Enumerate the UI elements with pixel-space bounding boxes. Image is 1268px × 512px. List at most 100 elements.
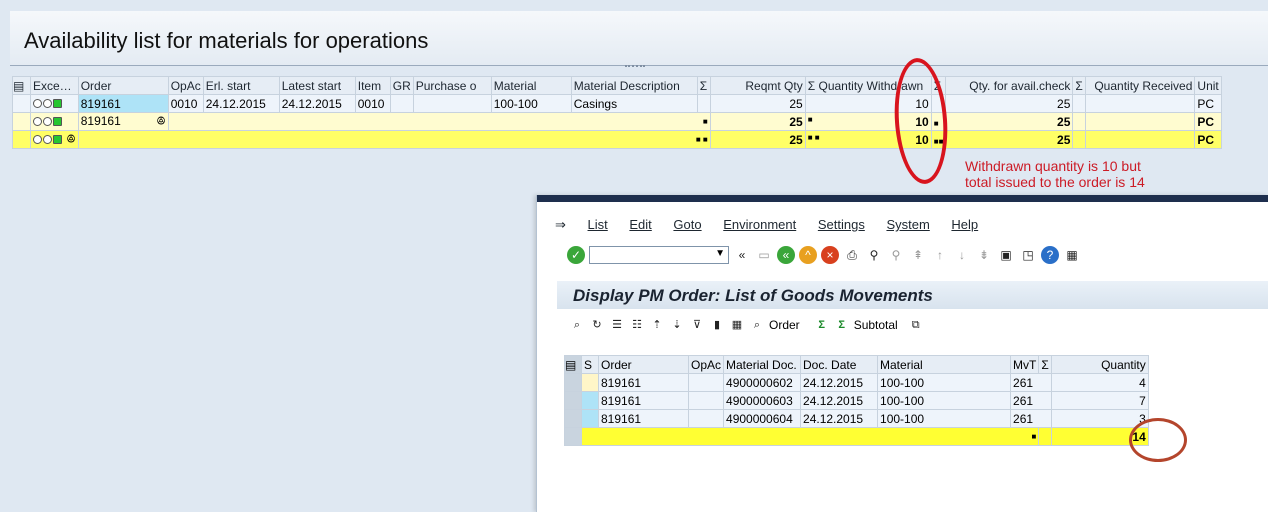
alv-toolbar: ⌕ ↻ ☰ ☷ ⇡ ⇣ ⊽ ▮ ▦ ⌕ Order Σ Σ Subtotal ⧉ bbox=[569, 317, 924, 333]
help-icon[interactable]: ? bbox=[1041, 246, 1059, 264]
layout-icon[interactable]: ⧉ bbox=[908, 317, 924, 333]
sum-icon[interactable]: Σ bbox=[814, 317, 830, 333]
table-row[interactable]: 819161 4900000604 24.12.2015 100-100 261… bbox=[564, 409, 1149, 428]
new-session-icon[interactable]: ▣ bbox=[997, 246, 1015, 264]
exit-icon[interactable]: ^ bbox=[799, 246, 817, 264]
find-icon[interactable]: ⚲ bbox=[865, 246, 883, 264]
menu-goto[interactable]: Goto bbox=[673, 217, 701, 232]
subtotal-button-label[interactable]: Subtotal bbox=[854, 318, 898, 332]
table-row[interactable]: 819161 0010 24.12.2015 24.12.2015 0010 1… bbox=[12, 94, 1222, 113]
print-icon[interactable]: ⎙ bbox=[843, 246, 861, 264]
shortcut-icon[interactable]: ◳ bbox=[1019, 246, 1037, 264]
cell-material-doc[interactable]: 4900000604 bbox=[723, 409, 802, 428]
col-exception[interactable]: Exce… bbox=[30, 76, 79, 95]
col-reqmt-qty[interactable]: Reqmt Qty bbox=[709, 76, 806, 95]
last-page-icon[interactable]: ⇟ bbox=[975, 246, 993, 264]
row-selector[interactable] bbox=[564, 409, 582, 428]
cell-material-description: Casings bbox=[570, 94, 698, 113]
dot-marker-icon: ■ ■ bbox=[695, 135, 708, 144]
command-field[interactable]: ▼ bbox=[589, 246, 729, 264]
menu-settings[interactable]: Settings bbox=[818, 217, 865, 232]
col-opac[interactable]: OpAc bbox=[687, 355, 725, 374]
menu-icon[interactable]: ⇒ bbox=[555, 217, 566, 232]
collapse-icon[interactable]: « bbox=[733, 246, 751, 264]
chart-icon[interactable]: ▮ bbox=[709, 317, 725, 333]
cancel-icon[interactable]: × bbox=[821, 246, 839, 264]
cell-opac bbox=[687, 391, 725, 410]
first-page-icon[interactable]: ⇞ bbox=[909, 246, 927, 264]
col-order[interactable]: Order bbox=[598, 355, 689, 374]
row-selector[interactable] bbox=[564, 427, 582, 446]
col-mvt[interactable]: MvT bbox=[1010, 355, 1040, 374]
row-selector[interactable] bbox=[564, 391, 582, 410]
enter-check-icon[interactable]: ✓ bbox=[567, 246, 585, 264]
col-quantity-received[interactable]: Quantity Received bbox=[1085, 76, 1196, 95]
cell-erl-start: 24.12.2015 bbox=[202, 94, 280, 113]
calculator-icon[interactable]: ▦ bbox=[729, 317, 745, 333]
cell-order: 819161 bbox=[598, 373, 689, 392]
col-material-description[interactable]: Material Description bbox=[570, 76, 698, 95]
col-gr[interactable]: GR bbox=[389, 76, 414, 95]
menu-environment[interactable]: Environment bbox=[723, 217, 796, 232]
col-order[interactable]: Order bbox=[77, 76, 169, 95]
availability-table: ▤ Exce… Order OpAc Erl. start Latest sta… bbox=[12, 76, 1222, 149]
cell-order[interactable]: 819161 bbox=[77, 94, 169, 113]
col-latest-start[interactable]: Latest start bbox=[278, 76, 356, 95]
cell-material: 100-100 bbox=[490, 94, 572, 113]
menu-edit[interactable]: Edit bbox=[629, 217, 651, 232]
row-selector[interactable] bbox=[12, 112, 31, 131]
order-icon[interactable]: ⌕ bbox=[749, 317, 765, 333]
col-quantity[interactable]: Quantity bbox=[1050, 355, 1149, 374]
next-page-icon[interactable]: ↓ bbox=[953, 246, 971, 264]
subtotal-icon[interactable]: Σ bbox=[834, 317, 850, 333]
cell-material-doc[interactable]: 4900000603 bbox=[723, 391, 802, 410]
filter-icon[interactable]: ⊽ bbox=[689, 317, 705, 333]
row-selector[interactable] bbox=[12, 130, 31, 149]
cell-empty: ■ bbox=[580, 427, 1040, 446]
select-all-icon[interactable]: ▤ bbox=[12, 76, 31, 95]
prev-page-icon[interactable]: ↑ bbox=[931, 246, 949, 264]
menu-system[interactable]: System bbox=[886, 217, 929, 232]
col-doc-date[interactable]: Doc. Date bbox=[800, 355, 879, 374]
total-row[interactable]: ꔮ ■ ■ 25 ■ ■ 10 ■■ 25 PC bbox=[12, 130, 1222, 149]
col-item[interactable]: Item bbox=[354, 76, 391, 95]
find-next-icon[interactable]: ⚲ bbox=[887, 246, 905, 264]
menu-help[interactable]: Help bbox=[951, 217, 978, 232]
col-erl-start[interactable]: Erl. start bbox=[202, 76, 280, 95]
screen-title-bar: Availability list for materials for oper… bbox=[10, 11, 1268, 66]
row-selector[interactable] bbox=[564, 373, 582, 392]
col-unit[interactable]: Unit bbox=[1194, 76, 1222, 95]
status-cell bbox=[581, 373, 599, 392]
table-row[interactable]: 819161 4900000602 24.12.2015 100-100 261… bbox=[564, 373, 1149, 392]
col-material[interactable]: Material bbox=[490, 76, 572, 95]
menu-list[interactable]: List bbox=[588, 217, 608, 232]
row-selector[interactable] bbox=[12, 94, 31, 113]
col-qty-avail-check[interactable]: Qty. for avail.check bbox=[945, 76, 1074, 95]
refresh-icon[interactable]: ↻ bbox=[589, 317, 605, 333]
col-s[interactable]: S bbox=[581, 355, 599, 374]
cell-unit: PC bbox=[1194, 112, 1222, 131]
col-opac[interactable]: OpAc bbox=[167, 76, 204, 95]
select-all-icon[interactable]: ☰ bbox=[609, 317, 625, 333]
sort-ascending-icon[interactable]: ⇡ bbox=[649, 317, 665, 333]
col-material-doc[interactable]: Material Doc. bbox=[723, 355, 802, 374]
table-row[interactable]: 819161 4900000603 24.12.2015 100-100 261… bbox=[564, 391, 1149, 410]
cell-material: 100-100 bbox=[877, 391, 1012, 410]
details-icon[interactable]: ⌕ bbox=[569, 317, 585, 333]
select-all-icon[interactable]: ▤ bbox=[564, 355, 582, 374]
sort-descending-icon[interactable]: ⇣ bbox=[669, 317, 685, 333]
dropdown-arrow-icon[interactable]: ▼ bbox=[715, 248, 725, 259]
order-button-label[interactable]: Order bbox=[769, 318, 800, 332]
col-purchase-order[interactable]: Purchase o bbox=[412, 76, 492, 95]
save-icon[interactable]: ▭ bbox=[755, 246, 773, 264]
total-row[interactable]: ■ 14 bbox=[564, 427, 1149, 446]
layout-menu-icon[interactable]: ▦ bbox=[1063, 246, 1081, 264]
back-icon[interactable]: « bbox=[777, 246, 795, 264]
deselect-all-icon[interactable]: ☷ bbox=[629, 317, 645, 333]
traffic-light-icon: ꔮ bbox=[30, 130, 79, 149]
resize-grip[interactable] bbox=[625, 65, 645, 71]
col-material[interactable]: Material bbox=[877, 355, 1012, 374]
cell-material-doc[interactable]: 4900000602 bbox=[723, 373, 802, 392]
subtotal-row[interactable]: 819161 ꔮ ■ 25 ■ 10 ■ 25 PC bbox=[12, 112, 1222, 131]
cell-quantity: 3 bbox=[1050, 409, 1149, 428]
